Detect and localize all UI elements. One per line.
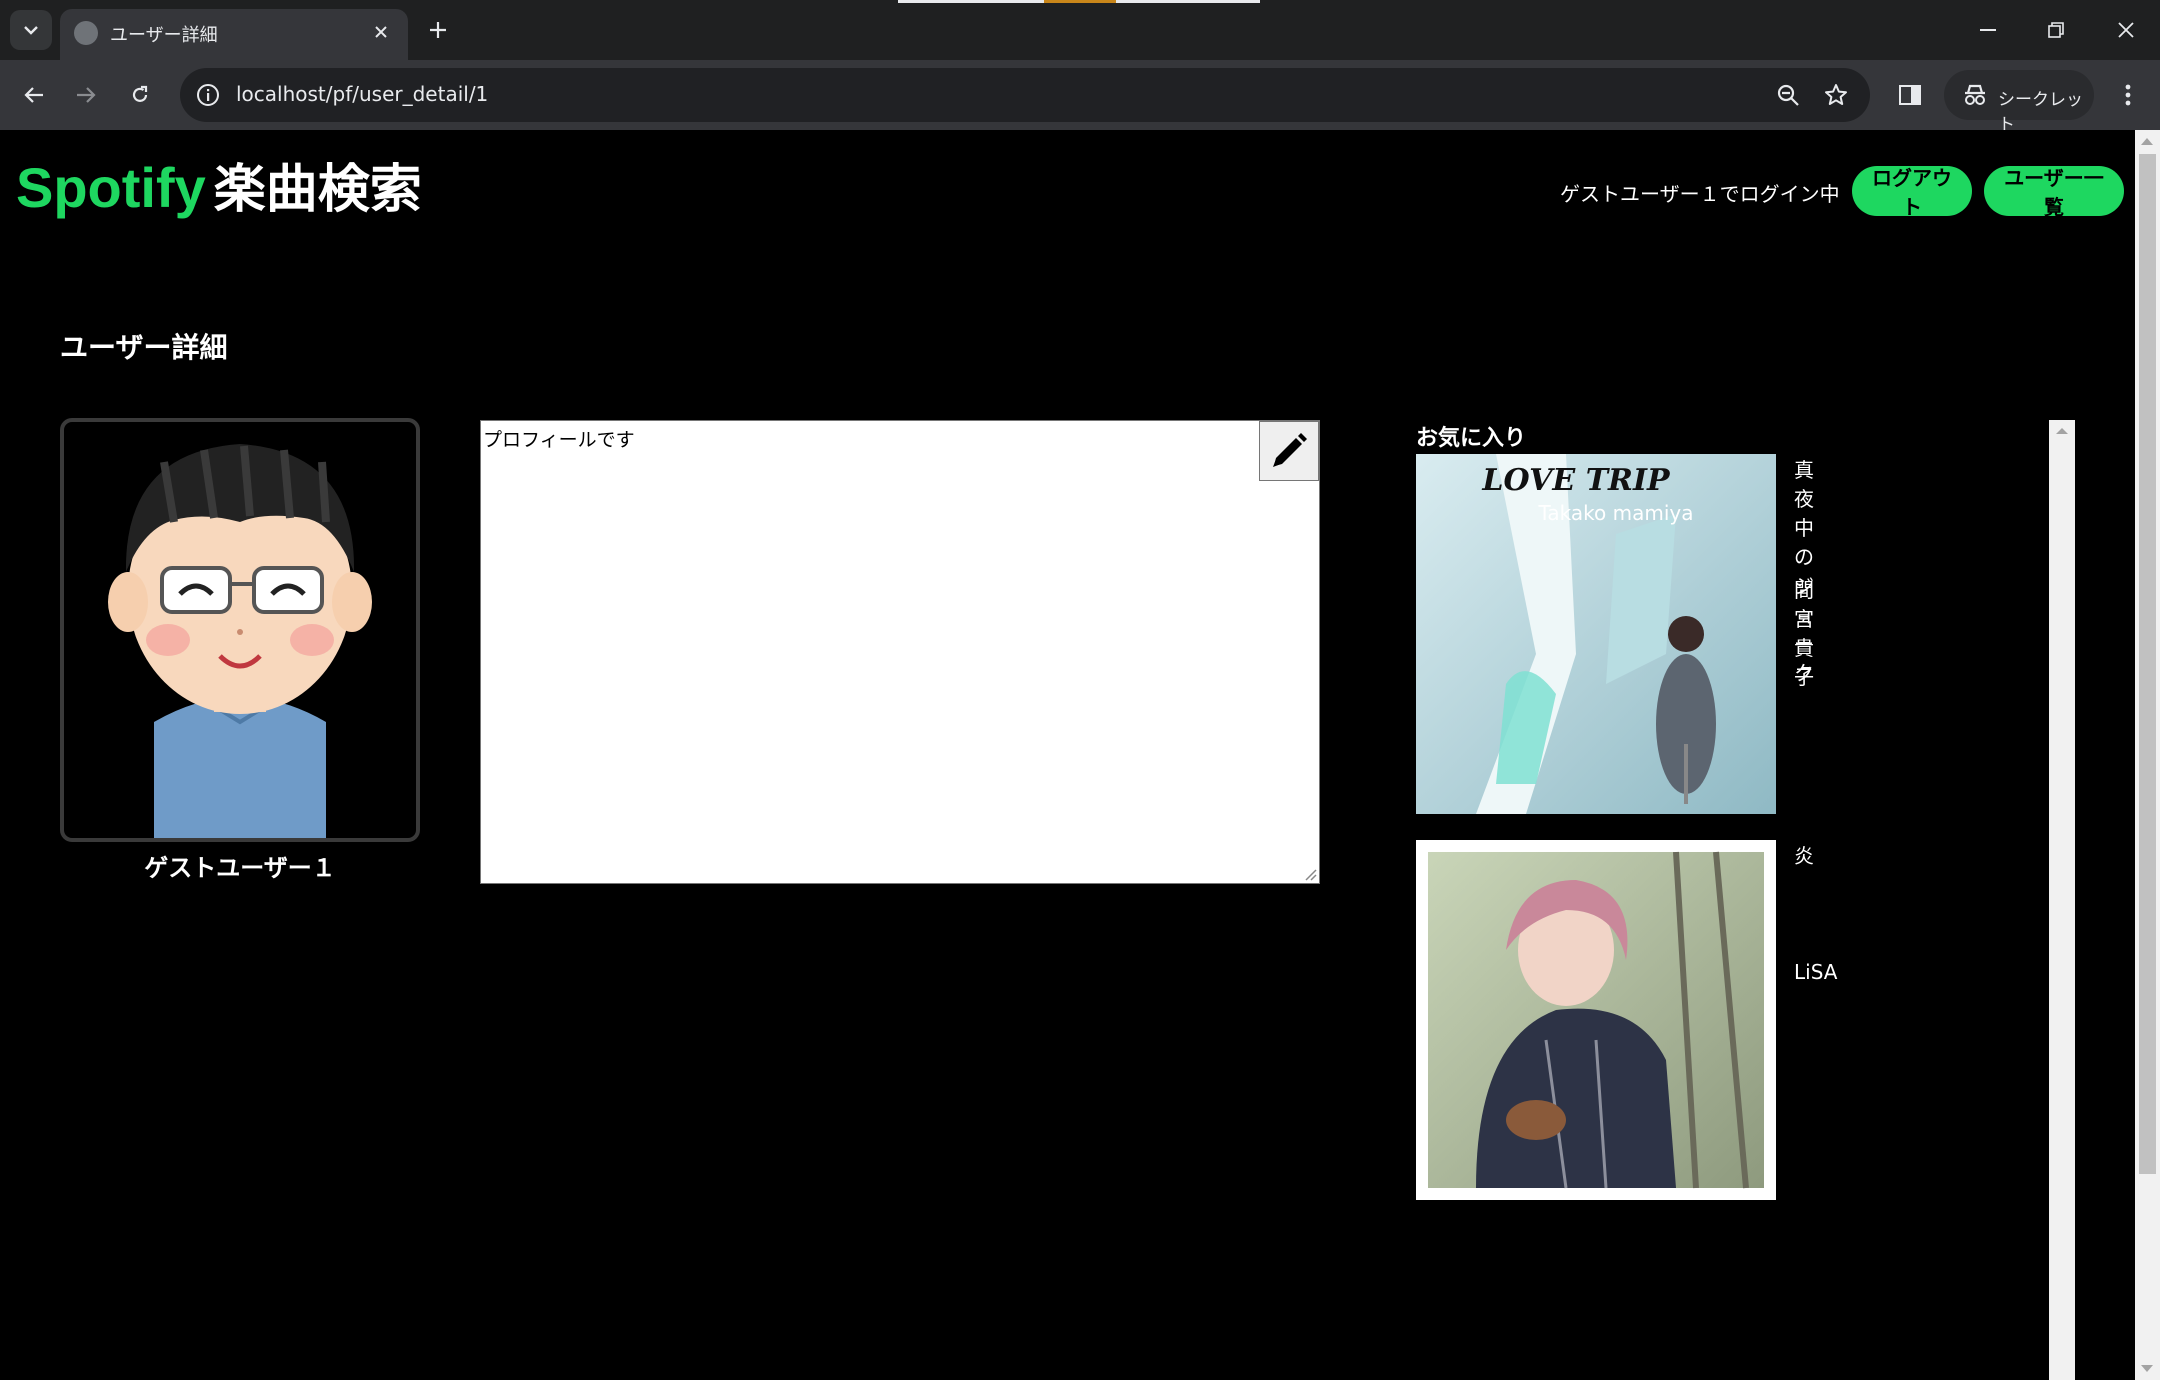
tab-search-button[interactable]	[10, 10, 52, 50]
edit-profile-button[interactable]	[1259, 421, 1319, 481]
incognito-icon	[1965, 84, 1985, 105]
album-cover-art-homura	[1416, 840, 1776, 1200]
user-list-button[interactable]: ユーザー一覧	[1984, 166, 2124, 219]
minimize-icon	[1980, 29, 1996, 31]
cover-subtitle: Takako mamiya	[1538, 501, 1694, 525]
track-artist[interactable]: 間宮貴子	[1794, 574, 1814, 690]
site-title: 楽曲検索	[213, 160, 422, 220]
pencil-icon	[1273, 433, 1307, 467]
plus-icon	[430, 22, 446, 38]
login-status: ゲストユーザー１でログイン中	[1560, 182, 1840, 206]
profile-textarea[interactable]: プロフィールです	[480, 420, 1320, 884]
page-title: ユーザー詳細	[60, 331, 228, 364]
album-cover[interactable]	[1416, 840, 1776, 1200]
bookmark-star-icon[interactable]	[1820, 79, 1852, 111]
browser-toolbar: localhost/pf/user_detail/1 シークレット	[0, 60, 2160, 135]
favorites-panel: お気に入り LOVE TRIP Takako mamiya 真夜中のジョーク 間…	[1410, 420, 2075, 1380]
address-bar[interactable]: localhost/pf/user_detail/1	[180, 68, 1870, 122]
scroll-up-arrow-icon[interactable]	[2056, 428, 2068, 434]
chevron-down-icon	[24, 26, 38, 35]
favorites-scrollbar[interactable]	[2049, 420, 2075, 1380]
browser-menu-button[interactable]	[2108, 75, 2148, 115]
user-avatar-illustration	[108, 444, 372, 838]
side-panel-icon	[1899, 85, 1921, 105]
browser-tab[interactable]: ユーザー詳細	[60, 9, 408, 60]
reload-button[interactable]	[120, 75, 160, 115]
favorites-title: お気に入り	[1416, 426, 1527, 451]
more-vert-icon	[2125, 84, 2131, 106]
avatar	[60, 418, 420, 842]
globe-icon	[74, 21, 98, 45]
window-close-button[interactable]	[2104, 12, 2148, 48]
minimize-button[interactable]	[1966, 12, 2010, 48]
profile-text: プロフィールです	[483, 429, 635, 451]
arrow-right-icon	[77, 87, 96, 103]
arrow-left-icon	[24, 87, 43, 103]
page-scrollbar[interactable]	[2135, 130, 2160, 1380]
close-icon	[375, 26, 387, 38]
restore-button[interactable]	[2034, 12, 2078, 48]
list-item[interactable]: 炎 LiSA	[1416, 840, 1837, 1200]
back-button[interactable]	[14, 75, 54, 115]
scroll-up-arrow-icon[interactable]	[2141, 138, 2153, 145]
cover-title: LOVE TRIP	[1481, 463, 1671, 498]
album-cover-art-love-trip: LOVE TRIP Takako mamiya	[1416, 454, 1776, 814]
logout-button[interactable]: ログアウト	[1852, 166, 1972, 219]
forward-button[interactable]	[66, 75, 106, 115]
tab-title: ユーザー詳細	[110, 25, 218, 46]
url-text: localhost/pf/user_detail/1	[236, 82, 489, 106]
incognito-label: シークレット	[1998, 90, 2083, 135]
side-panel-button[interactable]	[1890, 75, 1930, 115]
tab-close-button[interactable]	[368, 19, 394, 45]
scrollbar-thumb[interactable]	[2139, 154, 2156, 1174]
site-logo[interactable]: Spotify 楽曲検索	[16, 156, 422, 222]
loading-indicator	[898, 0, 1260, 3]
brand-name: Spotify	[16, 156, 206, 219]
reload-icon	[132, 85, 148, 102]
page-content: Spotify 楽曲検索 ゲストユーザー１でログイン中 ログアウト ユーザー一覧 …	[0, 130, 2135, 1380]
browser-tab-bar: ユーザー詳細	[0, 0, 2160, 60]
track-name[interactable]: 炎	[1794, 840, 1814, 869]
restore-icon	[2048, 22, 2064, 38]
track-artist[interactable]: LiSA	[1794, 960, 1837, 984]
user-name: ゲストユーザー１	[144, 854, 336, 882]
site-info-icon[interactable]	[190, 77, 226, 113]
close-icon	[2118, 22, 2134, 38]
resize-grip-icon[interactable]	[1303, 867, 1317, 881]
new-tab-button[interactable]	[422, 14, 454, 46]
list-item[interactable]: LOVE TRIP Takako mamiya 真夜中のジョーク 間宮貴子	[1416, 454, 1814, 814]
album-cover[interactable]: LOVE TRIP Takako mamiya	[1416, 454, 1776, 814]
incognito-indicator[interactable]: シークレット	[1944, 70, 2094, 135]
zoom-icon[interactable]	[1772, 79, 1804, 111]
scroll-down-arrow-icon[interactable]	[2141, 1365, 2153, 1372]
